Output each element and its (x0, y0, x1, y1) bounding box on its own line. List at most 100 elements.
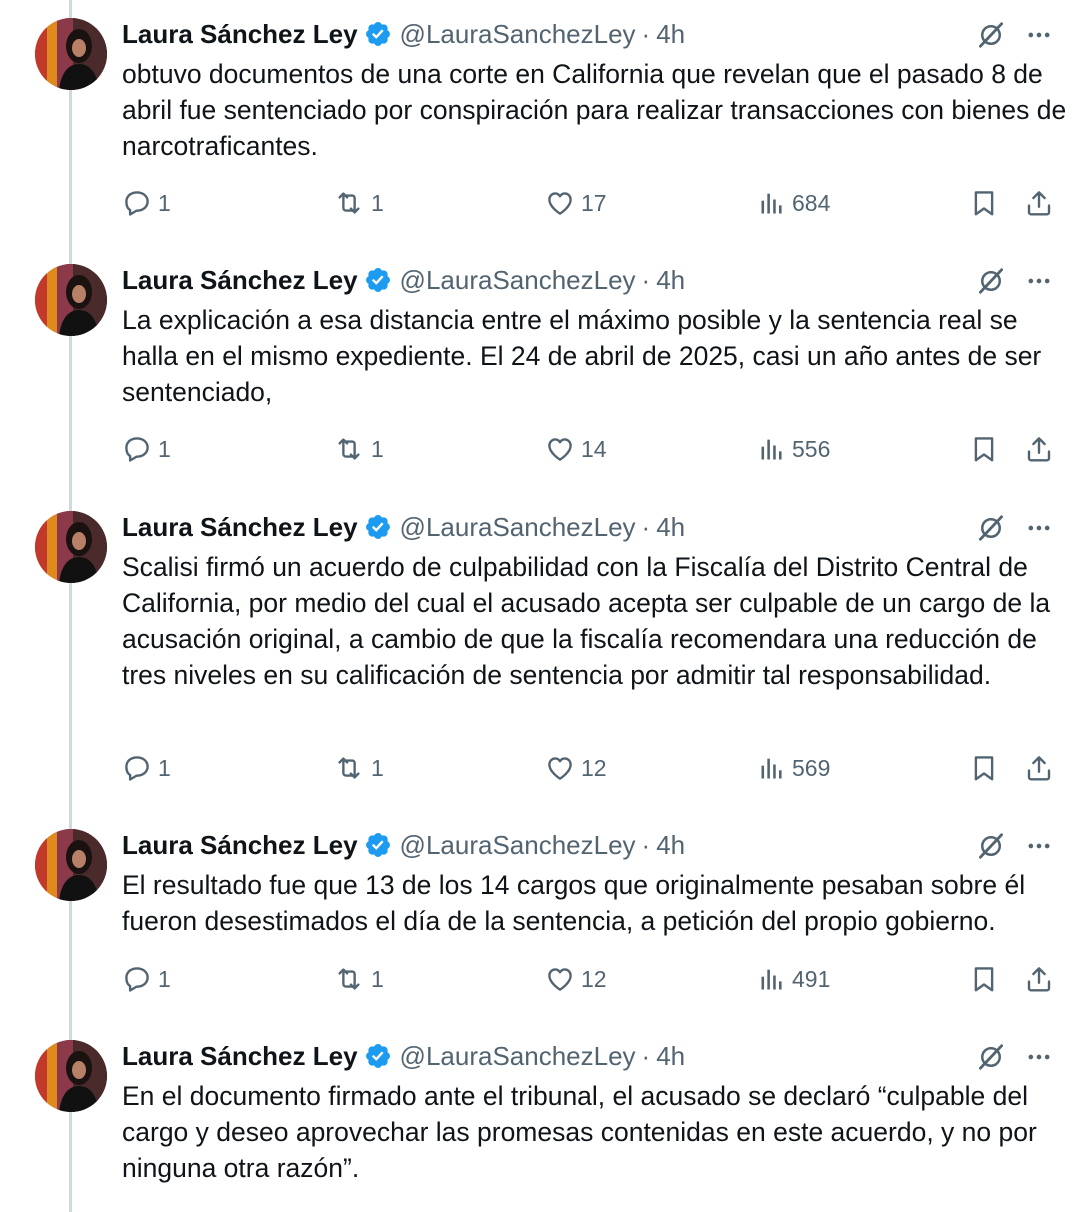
bookmark-button[interactable] (969, 750, 999, 786)
author-name[interactable]: Laura Sánchez Ley (122, 1038, 358, 1074)
grok-icon[interactable] (974, 18, 1008, 52)
verified-badge-icon (364, 266, 392, 294)
reply-button[interactable]: 1 (122, 750, 171, 786)
reply-count: 1 (158, 965, 171, 992)
tweet-text: El resultado fue que 13 de los 14 cargos… (122, 870, 1026, 936)
views-button[interactable]: 491 (758, 961, 830, 997)
more-icon[interactable] (1022, 1040, 1056, 1074)
tweet-actions: 1 1 14 556 (0, 431, 1084, 467)
retweet-count: 1 (371, 754, 384, 781)
retweet-button[interactable]: 1 (333, 961, 384, 997)
separator-dot: · (641, 830, 651, 860)
tweet-actions: 1 1 17 684 (0, 185, 1084, 221)
reply-icon (122, 964, 152, 994)
avatar[interactable] (35, 18, 107, 90)
author-handle[interactable]: @LauraSanchezLey (400, 1038, 636, 1074)
timestamp[interactable]: 4h (656, 509, 685, 545)
share-button[interactable] (1024, 185, 1054, 221)
retweet-button[interactable]: 1 (333, 750, 384, 786)
retweet-icon (333, 964, 365, 994)
reply-icon (122, 188, 152, 218)
author-handle[interactable]: @LauraSanchezLey (400, 262, 636, 298)
reply-button[interactable]: 1 (122, 961, 171, 997)
grok-icon[interactable] (974, 264, 1008, 298)
author-name[interactable]: Laura Sánchez Ley (122, 509, 358, 545)
separator-dot: · (641, 512, 651, 542)
tweet-header: Laura Sánchez Ley @LauraSanchezLey · 4h (122, 1038, 685, 1074)
views-icon (758, 189, 786, 217)
reply-count: 1 (158, 754, 171, 781)
grok-icon[interactable] (974, 511, 1008, 545)
like-count: 14 (581, 435, 607, 462)
tweet-actions: 1 1 12 569 (0, 750, 1084, 786)
author-handle[interactable]: @LauraSanchezLey (400, 509, 636, 545)
grok-icon[interactable] (974, 1040, 1008, 1074)
tweet-text: obtuvo documentos de una corte en Califo… (122, 59, 1067, 161)
more-icon[interactable] (1022, 829, 1056, 863)
more-icon[interactable] (1022, 264, 1056, 298)
bookmark-button[interactable] (969, 431, 999, 467)
reply-icon (122, 753, 152, 783)
retweet-icon (333, 434, 365, 464)
views-button[interactable]: 569 (758, 750, 830, 786)
more-icon[interactable] (1022, 511, 1056, 545)
like-icon (545, 188, 575, 218)
share-button[interactable] (1024, 750, 1054, 786)
tweet-header: Laura Sánchez Ley @LauraSanchezLey · 4h (122, 509, 685, 545)
bookmark-icon (969, 964, 999, 994)
timestamp[interactable]: 4h (656, 827, 685, 863)
reply-button[interactable]: 1 (122, 431, 171, 467)
verified-badge-icon (364, 513, 392, 541)
timestamp[interactable]: 4h (656, 1038, 685, 1074)
like-count: 12 (581, 754, 607, 781)
timestamp[interactable]: 4h (656, 16, 685, 52)
views-button[interactable]: 556 (758, 431, 830, 467)
retweet-button[interactable]: 1 (333, 431, 384, 467)
bookmark-button[interactable] (969, 961, 999, 997)
author-handle[interactable]: @LauraSanchezLey (400, 16, 636, 52)
views-icon (758, 965, 786, 993)
avatar[interactable] (35, 511, 107, 583)
verified-badge-icon (364, 20, 392, 48)
retweet-icon (333, 753, 365, 783)
author-name[interactable]: Laura Sánchez Ley (122, 262, 358, 298)
retweet-button[interactable]: 1 (333, 185, 384, 221)
separator-dot: · (641, 265, 651, 295)
retweet-count: 1 (371, 189, 384, 216)
reply-count: 1 (158, 189, 171, 216)
avatar[interactable] (35, 264, 107, 336)
share-icon (1024, 188, 1054, 218)
share-icon (1024, 964, 1054, 994)
verified-badge-icon (364, 1042, 392, 1070)
author-name[interactable]: Laura Sánchez Ley (122, 827, 358, 863)
separator-dot: · (641, 19, 651, 49)
reply-button[interactable]: 1 (122, 185, 171, 221)
bookmark-icon (969, 753, 999, 783)
like-button[interactable]: 12 (545, 750, 607, 786)
share-button[interactable] (1024, 961, 1054, 997)
author-name[interactable]: Laura Sánchez Ley (122, 16, 358, 52)
retweet-count: 1 (371, 435, 384, 462)
like-icon (545, 753, 575, 783)
avatar[interactable] (35, 1040, 107, 1112)
share-button[interactable] (1024, 431, 1054, 467)
retweet-icon (333, 188, 365, 218)
tweet-text: Scalisi firmó un acuerdo de culpabilidad… (122, 552, 1051, 690)
avatar[interactable] (35, 829, 107, 901)
bookmark-button[interactable] (969, 185, 999, 221)
bookmark-icon (969, 188, 999, 218)
reply-count: 1 (158, 435, 171, 462)
views-button[interactable]: 684 (758, 185, 830, 221)
bookmark-icon (969, 434, 999, 464)
view-count: 491 (792, 965, 831, 992)
like-button[interactable]: 14 (545, 431, 607, 467)
separator-dot: · (641, 1041, 651, 1071)
grok-icon[interactable] (974, 829, 1008, 863)
like-button[interactable]: 17 (545, 185, 607, 221)
verified-badge-icon (364, 831, 392, 859)
views-icon (758, 435, 786, 463)
timestamp[interactable]: 4h (656, 262, 685, 298)
like-button[interactable]: 12 (545, 961, 607, 997)
more-icon[interactable] (1022, 18, 1056, 52)
author-handle[interactable]: @LauraSanchezLey (400, 827, 636, 863)
